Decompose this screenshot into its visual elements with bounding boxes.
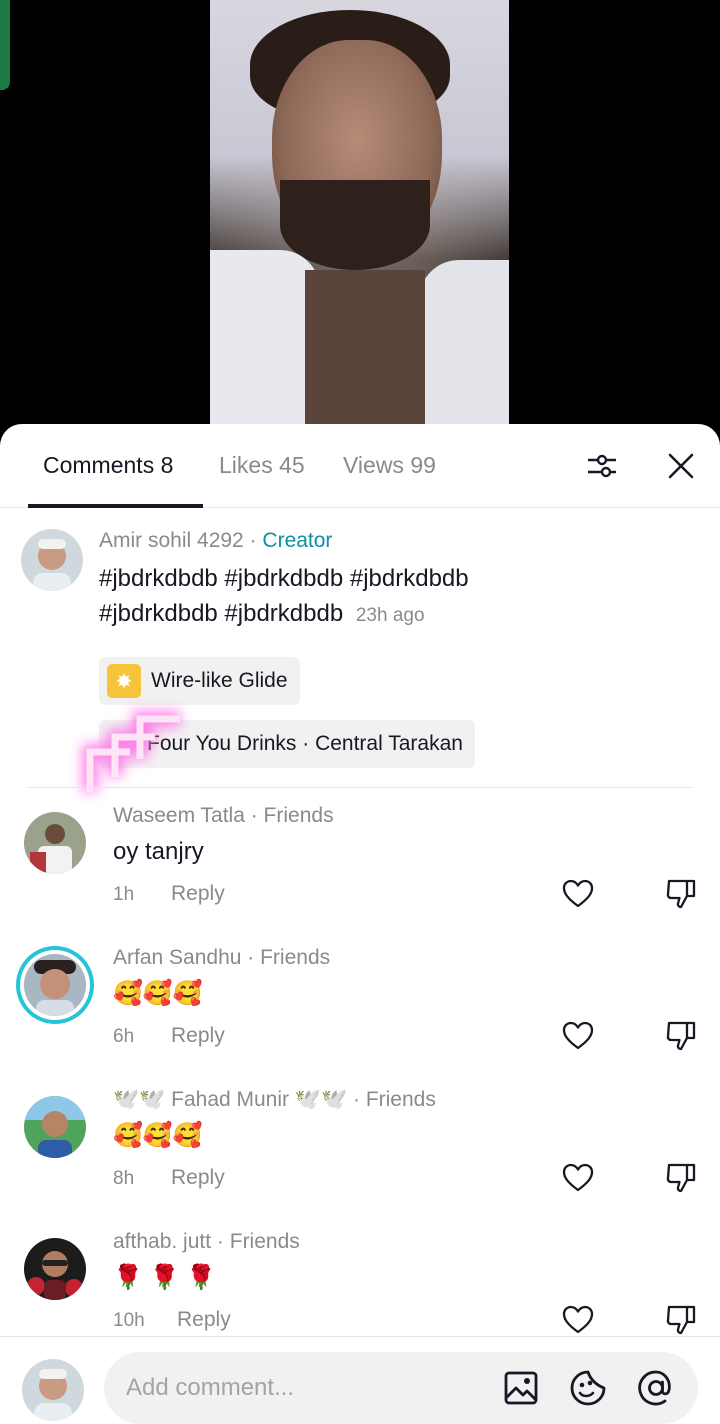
avatar[interactable] <box>21 529 83 591</box>
reply-button[interactable]: Reply <box>171 1166 225 1190</box>
avatar[interactable] <box>24 1096 86 1158</box>
tab-likes[interactable]: Likes 45 <box>219 452 305 479</box>
video-player[interactable] <box>0 0 720 440</box>
comment-composer <box>0 1336 720 1424</box>
comment-author-line: Waseem Tatla · Friends <box>113 804 334 827</box>
reply-button[interactable]: Reply <box>171 1024 225 1048</box>
comment-time: 8h <box>113 1168 135 1189</box>
heart-icon[interactable] <box>561 1019 595 1053</box>
reply-button[interactable]: Reply <box>171 882 225 906</box>
side-tab <box>0 0 10 90</box>
comment-author-line: Arfan Sandhu · Friends <box>113 946 331 969</box>
thumbs-down-icon[interactable] <box>664 1019 698 1053</box>
tab-comments[interactable]: Comments 8 <box>43 452 173 479</box>
at-icon[interactable] <box>636 1368 676 1408</box>
image-icon[interactable] <box>502 1369 540 1407</box>
heart-icon[interactable] <box>561 1303 595 1337</box>
comment-author-line: 🕊️🕊️ Fahad Munir 🕊️🕊️ · Friends <box>113 1088 436 1111</box>
comment-time: 1h <box>113 884 135 905</box>
avatar[interactable] <box>22 1359 84 1421</box>
comment-text: 🥰🥰🥰 <box>113 1122 203 1149</box>
creator-badge: Creator <box>262 529 333 552</box>
heart-icon[interactable] <box>561 1161 595 1195</box>
thumbs-down-icon[interactable] <box>664 1303 698 1337</box>
tab-bar: Comments 8 Likes 45 Views 99 <box>0 424 720 508</box>
active-tab-indicator <box>28 504 203 508</box>
comment-author[interactable]: Waseem Tatla <box>113 804 245 827</box>
comment-input-wrap <box>104 1352 698 1424</box>
avatar[interactable] <box>24 1238 86 1300</box>
tab-views[interactable]: Views 99 <box>343 452 436 479</box>
effect-icon: ✸ <box>107 664 141 698</box>
comment-text: #jbdrkdbdb #jbdrkdbdb #jbdrkdbdb #jbdrkd… <box>99 565 469 627</box>
comment-text: oy tanjry <box>113 838 204 865</box>
close-icon[interactable] <box>659 444 703 488</box>
reply-button[interactable]: Reply <box>177 1308 231 1332</box>
divider <box>28 787 692 788</box>
comments-sheet: Comments 8 Likes 45 Views 99 Amir sohil … <box>0 424 720 1424</box>
comment-author[interactable]: afthab. jutt <box>113 1230 211 1253</box>
comment-time: 6h <box>113 1026 135 1047</box>
video-frame <box>210 0 509 424</box>
emoji-sticker-icon[interactable] <box>568 1368 608 1408</box>
comment-author-line: afthab. jutt · Friends <box>113 1230 300 1253</box>
comment-author[interactable]: 🕊️🕊️ Fahad Munir 🕊️🕊️ <box>113 1088 347 1111</box>
comment-time: 23h ago <box>355 605 425 626</box>
avatar[interactable] <box>24 954 86 1016</box>
comment-input[interactable] <box>126 1352 486 1424</box>
thumbs-down-icon[interactable] <box>664 1161 698 1195</box>
filter-sliders-icon[interactable] <box>580 444 624 488</box>
comment-author[interactable]: Amir sohil 4292 <box>99 529 244 552</box>
comment-text: 🥰🥰🥰 <box>113 980 203 1007</box>
comment-time: 10h <box>113 1310 145 1331</box>
comment-author-line: Amir sohil 4292 · Creator <box>99 529 333 552</box>
thumbs-down-icon[interactable] <box>664 877 698 911</box>
comment-author[interactable]: Arfan Sandhu <box>113 946 241 969</box>
comment-text: 🌹 🌹 🌹 <box>113 1264 216 1291</box>
heart-icon[interactable] <box>561 877 595 911</box>
glow-chevron-icon <box>82 711 180 792</box>
avatar[interactable] <box>24 812 86 874</box>
